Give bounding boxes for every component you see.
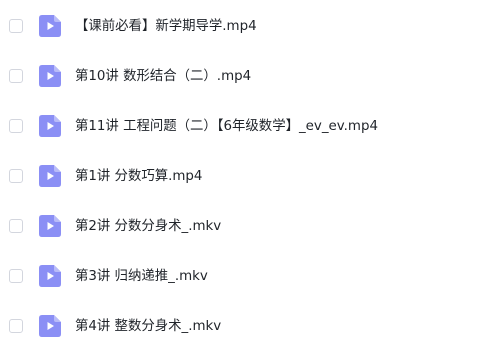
select-checkbox[interactable] [9, 319, 23, 333]
file-name[interactable]: 第4讲 整数分身术_.mkv [75, 317, 221, 337]
file-name[interactable]: 第3讲 归纳递推_.mkv [75, 267, 208, 287]
file-name[interactable]: 第11讲 工程问题（二）【6年级数学】_ev_ev.mp4 [75, 117, 378, 137]
video-file-icon [39, 315, 61, 337]
file-list: 【课前必看】新学期导学.mp4 第10讲 数形结合（二）.mp4 第11讲 工程… [0, 0, 484, 337]
video-file-icon [39, 265, 61, 287]
file-row[interactable]: 第1讲 分数巧算.mp4 [0, 157, 484, 197]
file-name[interactable]: 第2讲 分数分身术_.mkv [75, 217, 221, 237]
select-checkbox[interactable] [9, 69, 23, 83]
file-name[interactable]: 【课前必看】新学期导学.mp4 [75, 17, 257, 37]
video-file-icon [39, 215, 61, 237]
file-row[interactable]: 第3讲 归纳递推_.mkv [0, 257, 484, 297]
video-file-icon [39, 165, 61, 187]
select-checkbox[interactable] [9, 19, 23, 33]
file-row[interactable]: 第11讲 工程问题（二）【6年级数学】_ev_ev.mp4 [0, 107, 484, 147]
file-row[interactable]: 【课前必看】新学期导学.mp4 [0, 7, 484, 47]
select-checkbox[interactable] [9, 119, 23, 133]
file-name[interactable]: 第1讲 分数巧算.mp4 [75, 167, 202, 187]
video-file-icon [39, 15, 61, 37]
select-checkbox[interactable] [9, 269, 23, 283]
video-file-icon [39, 115, 61, 137]
file-name[interactable]: 第10讲 数形结合（二）.mp4 [75, 67, 251, 87]
file-row[interactable]: 第4讲 整数分身术_.mkv [0, 307, 484, 347]
select-checkbox[interactable] [9, 219, 23, 233]
video-file-icon [39, 65, 61, 87]
file-row[interactable]: 第10讲 数形结合（二）.mp4 [0, 57, 484, 97]
file-row[interactable]: 第2讲 分数分身术_.mkv [0, 207, 484, 247]
select-checkbox[interactable] [9, 169, 23, 183]
